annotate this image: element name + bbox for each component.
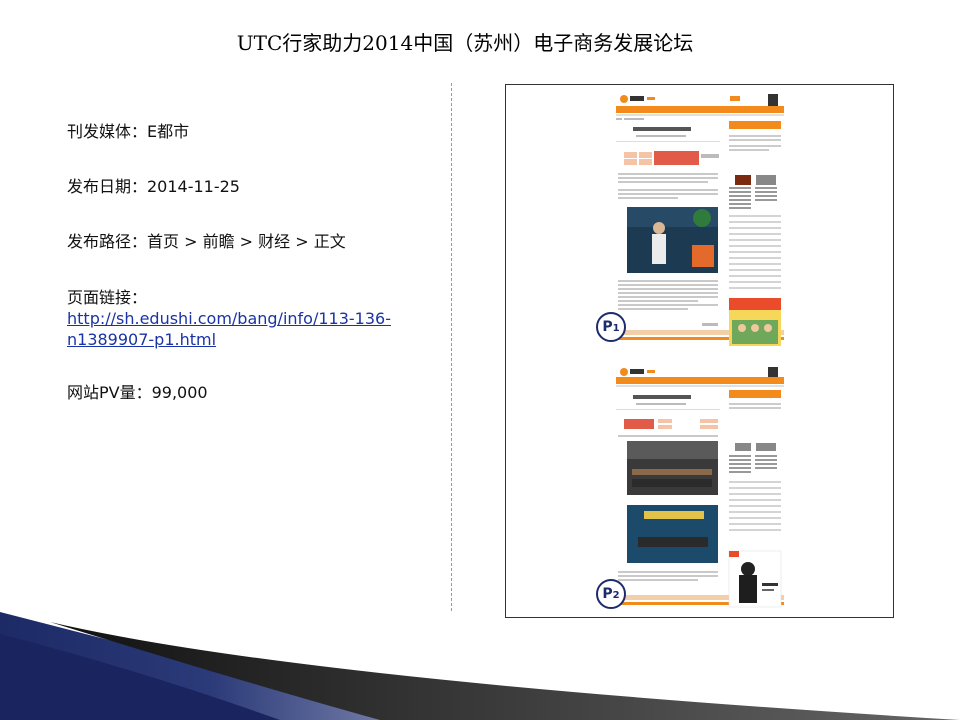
decorative-swoosh bbox=[0, 612, 960, 720]
link-label: 页面链接： bbox=[67, 288, 148, 307]
date-label: 发布日期：2014-11-25 bbox=[67, 177, 240, 196]
page-link[interactable]: http://sh.edushi.com/bang/info/113-136- … bbox=[67, 309, 391, 349]
pv-label: 网站PV量：99,000 bbox=[67, 383, 208, 402]
screenshot-page-1 bbox=[616, 94, 784, 346]
p1-badge: P1 bbox=[596, 312, 626, 342]
link-block: 页面链接： http://sh.edushi.com/bang/info/113… bbox=[67, 287, 391, 350]
page-link-line2: n1389907-p1.html bbox=[67, 330, 217, 349]
screenshot-image bbox=[616, 94, 784, 608]
page-link-line1: http://sh.edushi.com/bang/info/113-136- bbox=[67, 309, 391, 328]
path-label: 发布路径：首页 > 前瞻 > 财经 > 正文 bbox=[67, 232, 346, 251]
vertical-divider bbox=[451, 83, 452, 611]
web-page-screenshot: P1 P2 bbox=[505, 84, 894, 618]
media-label: 刊发媒体：E都市 bbox=[67, 122, 190, 141]
slide-title: UTC行家助力2014中国（苏州）电子商务发展论坛 bbox=[236, 31, 694, 55]
screenshot-page-2 bbox=[616, 367, 784, 608]
